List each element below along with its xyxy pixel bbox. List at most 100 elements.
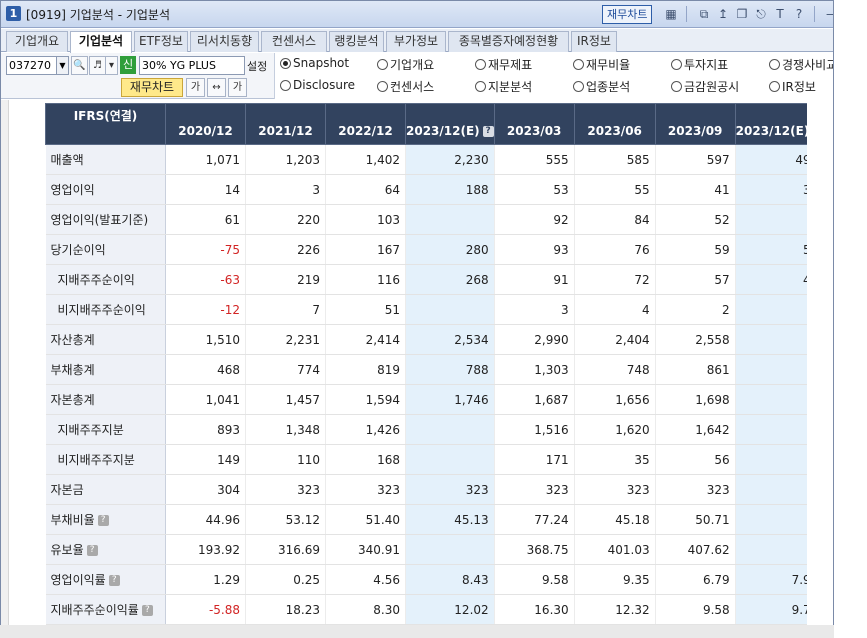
- search-icon[interactable]: 🔍: [71, 56, 88, 75]
- radio-dot[interactable]: [671, 81, 682, 92]
- radio-dot[interactable]: [475, 59, 486, 70]
- column-header[interactable]: 2023/06: [573, 103, 656, 145]
- tab-8[interactable]: IR정보: [571, 31, 617, 52]
- title-bar-icons: ▦ ⧉ ↥ ❐ ⎋ T ? —: [663, 5, 833, 23]
- table-cell: [405, 534, 495, 565]
- help-icon[interactable]: ?: [108, 575, 120, 586]
- row-label: 부채총계: [45, 354, 166, 385]
- radio-option-0[interactable]: Snapshot: [280, 56, 349, 70]
- table-cell: 41: [655, 174, 736, 205]
- radio-option-1[interactable]: 기업개요: [377, 56, 434, 73]
- radio-option-4[interactable]: 투자지표: [671, 56, 728, 73]
- table-cell: 9.58: [494, 564, 575, 595]
- speaker-icon[interactable]: ♬: [89, 56, 106, 75]
- radio-dot[interactable]: [280, 57, 291, 69]
- table-cell: 1,746: [405, 384, 495, 415]
- row-label: 영업이익률?: [45, 564, 166, 595]
- title-divider-2: [814, 6, 815, 22]
- help-icon[interactable]: ?: [97, 515, 109, 526]
- radio-option-3[interactable]: 재무비율: [573, 56, 630, 73]
- minimize-icon[interactable]: —: [824, 5, 833, 23]
- font-size-icon[interactable]: T: [772, 5, 788, 23]
- radio-option-2[interactable]: 재무제표: [475, 56, 532, 73]
- table-cell: 35: [574, 444, 656, 475]
- table-cell: 1.29: [165, 564, 246, 595]
- table-cell: 1,041: [165, 384, 246, 415]
- column-header[interactable]: 2022/12: [325, 103, 406, 145]
- table-row: 지배주주순이익-6321911626891725748: [45, 264, 825, 295]
- table-cell: 597: [655, 144, 736, 175]
- table-cell: 323: [655, 474, 736, 505]
- financial-chart-title-button[interactable]: 재무차트: [602, 5, 653, 24]
- tab-6[interactable]: 부가정보: [386, 31, 446, 52]
- column-header[interactable]: 2023/03: [493, 103, 575, 145]
- row-label: 부채비율?: [45, 504, 166, 535]
- radio-option-8[interactable]: 지분분석: [475, 78, 532, 95]
- tab-5[interactable]: 랭킹분석: [329, 31, 384, 52]
- radio-dot[interactable]: [475, 81, 486, 92]
- column-header[interactable]: 2023/12(E)?: [405, 103, 495, 145]
- help-icon[interactable]: ?: [141, 605, 153, 616]
- table-header-row: IFRS(연결) 2020/12 2021/12 2022/12 2023/12(E)…: [45, 103, 825, 145]
- radio-dot[interactable]: [280, 79, 291, 91]
- radio-option-6[interactable]: Disclosure: [280, 78, 355, 92]
- horizontal-scrollbar[interactable]: [0, 625, 834, 638]
- tab-7[interactable]: 종목별증자예정현황: [448, 31, 569, 52]
- table-cell: 774: [245, 354, 326, 385]
- table-cell: 468: [165, 354, 246, 385]
- tab-0[interactable]: 기업개요: [6, 31, 68, 52]
- table-cell: 16.30: [494, 594, 575, 625]
- table-cell: 45.18: [574, 504, 656, 535]
- radio-dot[interactable]: [769, 81, 780, 92]
- radio-option-5[interactable]: 경쟁사비교: [769, 56, 833, 73]
- tab-4[interactable]: 컨센서스: [261, 31, 327, 52]
- radio-option-9[interactable]: 업종분석: [573, 78, 630, 95]
- pin-icon[interactable]: ⎋: [753, 5, 769, 23]
- table-cell: 76: [574, 234, 656, 265]
- estimate-help-icon[interactable]: ?: [482, 126, 494, 137]
- row-label-text: 부채비율: [50, 513, 95, 527]
- row-label-text: 당기순이익: [50, 243, 106, 257]
- radio-dot[interactable]: [377, 59, 388, 70]
- table-cell: 57: [655, 264, 736, 295]
- financial-chart-button[interactable]: 재무차트: [121, 78, 183, 97]
- korean-font-icon[interactable]: 가: [186, 78, 205, 97]
- help-icon[interactable]: ?: [86, 545, 98, 556]
- table-cell: 1,457: [245, 384, 326, 415]
- tab-3[interactable]: 리서치동향: [190, 31, 259, 52]
- link-icon[interactable]: ⧉: [696, 5, 712, 23]
- chart-icon[interactable]: ▦: [663, 5, 679, 23]
- column-header[interactable]: 2021/12: [245, 103, 326, 145]
- radio-dot[interactable]: [769, 59, 780, 70]
- financial-summary-table: IFRS(연결) 2020/12 2021/12 2022/12 2023/12(E)…: [45, 103, 825, 625]
- radio-option-7[interactable]: 컨센서스: [377, 78, 434, 95]
- report-type-radio-group: Snapshot 기업개요 재무제표 재무비율 투자지표 경쟁사비교 Disclosure 컨…: [274, 53, 833, 99]
- stock-code-dropdown-icon[interactable]: ▼: [56, 56, 69, 75]
- stock-name-field[interactable]: 30% YG PLUS: [139, 56, 245, 75]
- row-label: 비지배주주순이익: [45, 294, 166, 325]
- table-cell: 1,203: [245, 144, 326, 175]
- toolbar: 037270 ▼ 🔍 ♬ ▾ 신 30% YG PLUS 설정 재무차트 가 ↔…: [1, 53, 833, 99]
- tab-1[interactable]: 기업분석: [70, 31, 132, 53]
- column-header[interactable]: 2023/09: [654, 103, 736, 145]
- font-enlarge-icon[interactable]: 가: [228, 78, 247, 97]
- pin-top-icon[interactable]: ↥: [715, 5, 731, 23]
- help-icon[interactable]: ?: [791, 5, 807, 23]
- radio-label: 업종분석: [586, 80, 631, 94]
- stock-code-input[interactable]: 037270: [6, 56, 57, 75]
- row-label-text: 자본총계: [50, 393, 95, 407]
- radio-dot[interactable]: [573, 59, 584, 70]
- radio-dot[interactable]: [573, 81, 584, 92]
- tab-2[interactable]: ETF정보: [134, 31, 188, 52]
- column-header[interactable]: 2020/12: [165, 103, 246, 145]
- window-copy-icon[interactable]: ❐: [734, 5, 750, 23]
- table-cell: 6.79: [655, 564, 736, 595]
- radio-option-10[interactable]: 금감원공시: [671, 78, 739, 95]
- radio-option-11[interactable]: IR정보: [769, 78, 816, 95]
- settings-label[interactable]: 설정: [247, 58, 267, 74]
- radio-dot[interactable]: [377, 81, 388, 92]
- radio-dot[interactable]: [671, 59, 682, 70]
- fit-width-icon[interactable]: ↔: [207, 78, 226, 97]
- speaker-dropdown-icon[interactable]: ▾: [105, 56, 118, 75]
- row-label-text: 영업이익(발표기준): [50, 213, 149, 227]
